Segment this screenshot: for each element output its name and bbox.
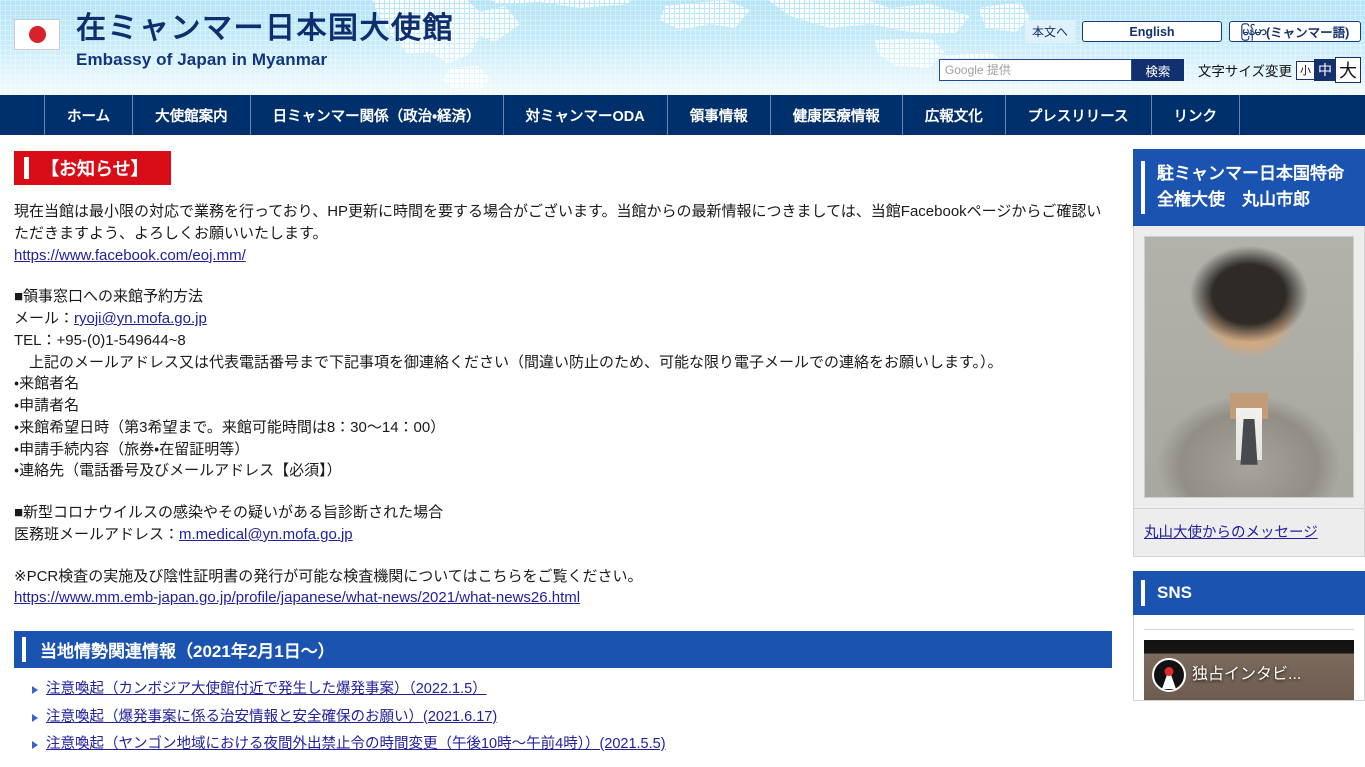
- notice-heading: 【お知らせ】: [14, 151, 171, 185]
- consular-bullet-5: ・連絡先（電話番号及びメールアドレス【必須】）: [14, 462, 342, 480]
- consular-instruction: 上記のメールアドレス又は代表電話番号まで下記事項を御連絡ください（間違い防止のた…: [14, 353, 1003, 371]
- sns-card: SNS 独占インタビ...: [1133, 570, 1365, 702]
- site-title-english: Embassy of Japan in Myanmar: [76, 50, 328, 69]
- skip-to-content-link[interactable]: 本文へ: [1024, 20, 1075, 43]
- consular-heading: ■領事窓口への来館予約方法: [14, 288, 204, 306]
- right-sidebar: 駐ミャンマー日本国特命全権大使 丸山市郎 丸山大使からのメッセージ SNS 独占…: [1125, 135, 1365, 715]
- ambassador-photo-container: [1133, 225, 1365, 509]
- page-body: 【お知らせ】 現在当館は最小限の対応で業務を行っており、HP更新に時間を要する場…: [0, 135, 1365, 767]
- ambassador-message-link[interactable]: 丸山大使からのメッセージ: [1144, 525, 1318, 541]
- covid-medical-mail-link[interactable]: m.medical@yn.mofa.go.jp: [179, 526, 353, 543]
- consular-bullet-3: ・来館希望日時（第3希望まで。来館可能時間は8：30〜14：00）: [14, 418, 446, 436]
- situation-link-1[interactable]: 注意喚起（カンボジア大使館付近で発生した爆発事案）（2022.1.5）: [46, 681, 487, 697]
- font-size-control: 文字サイズ変更 小 中 大: [1198, 57, 1361, 83]
- japan-flag-icon: [14, 19, 60, 50]
- sns-card-title: SNS: [1133, 570, 1365, 616]
- situation-link-list: 注意喚起（カンボジア大使館付近で発生した爆発事案）（2022.1.5） 注意喚起…: [14, 682, 1109, 752]
- nav-item-press[interactable]: プレスリリース: [1004, 95, 1151, 135]
- nav-item-health[interactable]: 健康医療情報: [769, 95, 902, 135]
- consular-bullet-2: ・申請者名: [14, 397, 80, 414]
- consular-mail-line: メール：ryoji@yn.mofa.go.jp: [14, 308, 1109, 330]
- utility-language-row: 本文へ English မြန်မာ (ミャンマー語): [1024, 20, 1361, 43]
- situation-section-heading: 当地情勢関連情報（2021年2月1日〜）: [14, 631, 1112, 668]
- list-item: 注意喚起（カンボジア大使館付近で発生した爆発事案）（2022.1.5）: [32, 682, 1109, 697]
- search-submit-button[interactable]: 検索: [1131, 59, 1184, 81]
- consular-mail-label: メール：: [14, 310, 75, 327]
- intro-line-2: ただきますよう、よろしくお願いいたします。: [14, 224, 328, 242]
- nav-item-oda[interactable]: 対ミャンマーODA: [502, 95, 667, 135]
- language-myanmar-suffix-label: (ミャンマー語): [1266, 26, 1350, 40]
- situation-link-2[interactable]: 注意喚起（爆発事案に係る治安情報と安全確保のお願い）(2021.6.17): [46, 709, 497, 725]
- ambassador-card: 駐ミャンマー日本国特命全権大使 丸山市郎 丸山大使からのメッセージ: [1133, 149, 1365, 557]
- sns-video-thumbnail[interactable]: 独占インタビ...: [1144, 640, 1354, 701]
- search-form: 検索: [938, 59, 1184, 81]
- consular-bullet-4: ・申請手続内容（旅券・在留証明等）: [14, 440, 250, 458]
- nav-item-embassy[interactable]: 大使館案内: [132, 95, 250, 135]
- main-navigation: ホーム 大使館案内 日ミャンマー関係（政治・経済） 対ミャンマーODA 領事情報…: [0, 95, 1365, 135]
- sns-video-title: 独占インタビ...: [1192, 666, 1302, 684]
- font-size-label: 文字サイズ変更: [1197, 64, 1292, 79]
- ambassador-message-container: 丸山大使からのメッセージ: [1133, 508, 1365, 557]
- pcr-section: ※PCR検査の実施及び陰性証明書の発行が可能な検査機関についてはこちらをご覧くだ…: [14, 566, 1109, 610]
- nav-item-consular[interactable]: 領事情報: [666, 95, 770, 135]
- language-myanmar-button[interactable]: မြန်မာ (ミャンマー語): [1229, 21, 1361, 42]
- nav-item-home[interactable]: ホーム: [44, 95, 132, 135]
- font-size-large-button[interactable]: 大: [1335, 57, 1361, 83]
- pcr-url-link[interactable]: https://www.mm.emb-japan.go.jp/profile/j…: [14, 589, 580, 606]
- consular-tel-line: TEL：+95-(0)1-549644~8: [14, 331, 186, 349]
- sns-divider: [1144, 629, 1354, 631]
- font-size-medium-button[interactable]: 中: [1314, 59, 1336, 81]
- covid-medical-label: 医務班メールアドレス：: [14, 525, 180, 543]
- list-item: 注意喚起（爆発事案に係る治安情報と安全確保のお願い）(2021.6.17): [32, 709, 1109, 725]
- covid-medical-line: 医務班メールアドレス：m.medical@yn.mofa.go.jp: [14, 524, 1109, 546]
- facebook-url-link[interactable]: https://www.facebook.com/eoj.mm/: [14, 247, 246, 264]
- sns-card-body: 独占インタビ...: [1133, 615, 1365, 702]
- font-size-small-button[interactable]: 小: [1296, 60, 1315, 80]
- site-brand[interactable]: 在ミャンマー日本国大使館 Embassy of Japan in Myanmar: [14, 14, 454, 68]
- consular-bullet-1: ・来館者名: [14, 375, 80, 393]
- consular-section: ■領事窓口への来館予約方法 メール：ryoji@yn.mofa.go.jp TE…: [14, 286, 1109, 482]
- language-english-button[interactable]: English: [1082, 21, 1222, 42]
- nav-item-relations[interactable]: 日ミャンマー関係（政治・経済）: [249, 95, 503, 135]
- situation-link-3[interactable]: 注意喚起（ヤンゴン地域における夜間外出禁止令の時間変更（午後10時〜午前4時））…: [46, 736, 666, 752]
- nav-item-links[interactable]: リンク: [1150, 95, 1241, 135]
- intro-paragraph: 現在当館は最小限の対応で業務を行っており、HP更新に時間を要する場合がございます…: [14, 201, 1109, 266]
- ambassador-portrait-photo: [1144, 235, 1354, 498]
- channel-logo-icon: [1152, 658, 1186, 693]
- pcr-note: ※PCR検査の実施及び陰性証明書の発行が可能な検査機関についてはこちらをご覧くだ…: [14, 567, 643, 585]
- intro-line-1: 現在当館は最小限の対応で業務を行っており、HP更新に時間を要する場合がございます…: [14, 203, 1102, 220]
- list-item: 注意喚起（ヤンゴン地域における夜間外出禁止令の時間変更（午後10時〜午前4時））…: [32, 737, 1109, 752]
- nav-item-culture[interactable]: 広報文化: [901, 95, 1005, 135]
- site-header: 在ミャンマー日本国大使館 Embassy of Japan in Myanmar…: [0, 0, 1365, 95]
- language-myanmar-burmese-label: မြန်မာ: [1240, 23, 1267, 38]
- search-input[interactable]: [938, 59, 1132, 81]
- covid-section: ■新型コロナウイルスの感染やその疑いがある旨診断された場合 医務班メールアドレス…: [14, 502, 1109, 546]
- utility-search-row: 検索 文字サイズ変更 小 中 大: [938, 57, 1361, 83]
- covid-heading: ■新型コロナウイルスの感染やその疑いがある旨診断された場合: [14, 504, 444, 521]
- ambassador-card-title: 駐ミャンマー日本国特命全権大使 丸山市郎: [1133, 149, 1365, 226]
- main-content: 【お知らせ】 現在当館は最小限の対応で業務を行っており、HP更新に時間を要する場…: [0, 135, 1125, 765]
- consular-mail-link[interactable]: ryoji@yn.mofa.go.jp: [74, 310, 207, 327]
- site-title-japanese: 在ミャンマー日本国大使館: [76, 12, 454, 45]
